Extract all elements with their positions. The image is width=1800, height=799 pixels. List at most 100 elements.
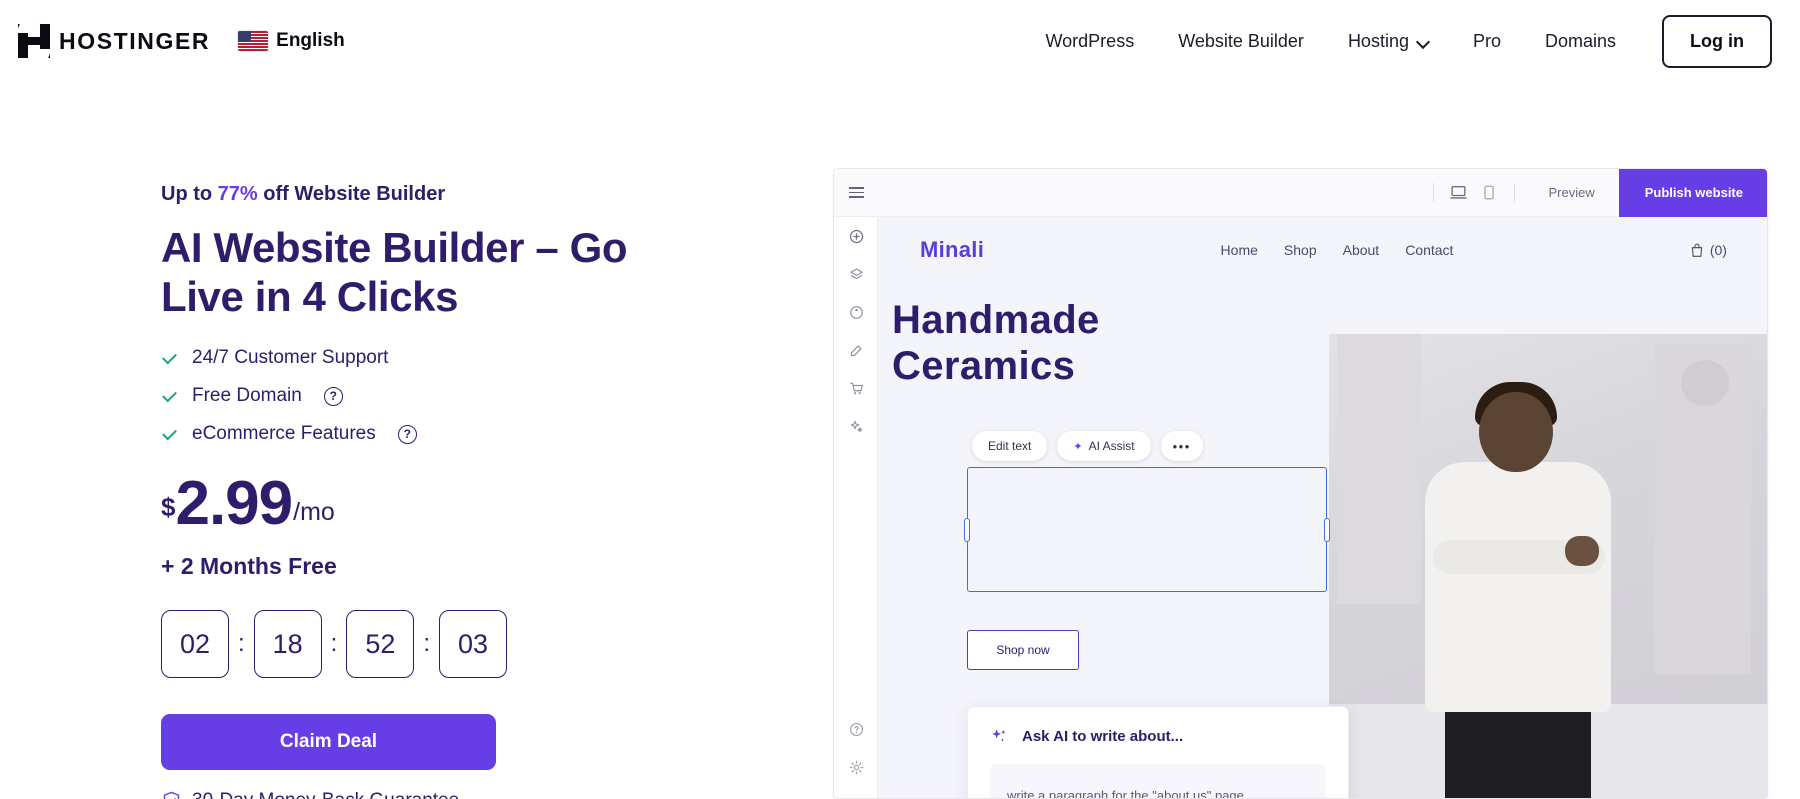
promo-eyebrow-post: off Website Builder: [257, 183, 446, 205]
store-cart-icon[interactable]: [834, 369, 878, 407]
log-in-button[interactable]: Log in: [1662, 14, 1772, 68]
shield-check-icon: [163, 792, 180, 799]
site-header: Minali Home Shop About Contact (0): [878, 217, 1767, 283]
price-block: $ 2.99 /mo: [161, 473, 721, 535]
price-currency: $: [161, 492, 176, 523]
nav-item-domains[interactable]: Domains: [1523, 31, 1638, 52]
menu-icon[interactable]: [834, 186, 878, 199]
cart-widget[interactable]: (0): [1690, 242, 1727, 258]
nav-label: Website Builder: [1178, 30, 1304, 51]
nav-item-pro[interactable]: Pro: [1451, 31, 1523, 52]
feature-item-free-domain: Free Domain ?: [161, 385, 721, 407]
promo-eyebrow: Up to 77% off Website Builder: [161, 183, 721, 206]
website-builder-mockup: Preview Publish website Minali Home Shop…: [833, 168, 1768, 799]
language-selector[interactable]: English: [238, 30, 345, 52]
countdown-hours: 18: [253, 610, 322, 679]
settings-gear-icon[interactable]: [834, 748, 878, 786]
ai-prompt-input[interactable]: write a paragraph for the "about us" pag…: [990, 764, 1326, 798]
bonus-months-label: + 2 Months Free: [161, 553, 337, 580]
us-flag-icon: [238, 31, 269, 51]
site-headline[interactable]: Handmade Ceramics: [892, 297, 1222, 390]
builder-canvas: Minali Home Shop About Contact (0) Edit …: [878, 217, 1767, 798]
edit-text-button[interactable]: Edit text: [972, 431, 1048, 461]
hostinger-brand[interactable]: HOSTINGER: [16, 24, 211, 58]
nav-item-hosting[interactable]: Hosting: [1326, 31, 1451, 52]
ai-assist-label: AI Assist: [1088, 439, 1135, 453]
preview-button[interactable]: Preview: [1525, 185, 1619, 200]
ai-assist-button[interactable]: ✦ AI Assist: [1057, 431, 1151, 461]
language-label: English: [276, 30, 345, 51]
feature-label: Free Domain: [192, 385, 302, 407]
shop-now-button[interactable]: Shop now: [967, 630, 1079, 670]
publish-website-button[interactable]: Publish website: [1618, 169, 1767, 217]
nav-links: WordPress Website Builder Hosting Pro Do…: [1024, 14, 1800, 68]
hostinger-logo-icon: [16, 24, 52, 58]
check-icon: [161, 350, 178, 367]
countdown-separator: :: [238, 630, 245, 658]
site-nav: Home Shop About Contact: [1221, 242, 1454, 258]
feature-item-support: 24/7 Customer Support: [161, 347, 721, 369]
site-nav-item-home[interactable]: Home: [1221, 242, 1258, 258]
countdown-minutes: 52: [346, 610, 415, 679]
mobile-view-icon[interactable]: [1474, 185, 1504, 200]
ai-writer-panel: Ask AI to write about... write a paragra…: [967, 706, 1349, 798]
theme-palette-icon[interactable]: [834, 293, 878, 331]
chevron-down-icon: [1418, 36, 1429, 47]
hostinger-wordmark: HOSTINGER: [59, 27, 211, 54]
cart-count: (0): [1709, 242, 1727, 258]
selected-element-outline[interactable]: [964, 467, 1330, 592]
toolbar-divider: [1432, 183, 1434, 202]
site-nav-item-contact[interactable]: Contact: [1405, 242, 1453, 258]
nav-label: Domains: [1544, 30, 1617, 51]
builder-rail-bottom: [834, 710, 878, 786]
site-hero-section: Edit text ✦ AI Assist ••• Handmade Ceram…: [878, 283, 1767, 798]
landing-page: HOSTINGER English WordPress Website Buil…: [0, 0, 1800, 799]
claim-deal-button[interactable]: Claim Deal: [161, 714, 496, 771]
check-icon: [161, 388, 178, 405]
add-element-icon[interactable]: [834, 217, 878, 255]
check-icon: [161, 426, 178, 443]
ai-sparkle-icon: [992, 729, 1006, 742]
feature-label: eCommerce Features: [192, 423, 376, 445]
nav-label: Pro: [1472, 30, 1501, 51]
resize-handle-right[interactable]: [1324, 517, 1330, 542]
price-amount: 2.99: [175, 469, 293, 539]
price-period: /mo: [293, 498, 335, 527]
guarantee-label: 30-Day Money-Back Guarantee: [192, 790, 459, 799]
help-icon[interactable]: ?: [323, 386, 343, 406]
site-nav-item-about[interactable]: About: [1343, 242, 1380, 258]
shopping-bag-icon: [1691, 243, 1702, 257]
toolbar-divider: [1513, 183, 1515, 202]
hero-content: Up to 77% off Website Builder AI Website…: [161, 183, 721, 799]
money-back-guarantee: 30-Day Money-Back Guarantee: [161, 790, 721, 799]
promo-eyebrow-pre: Up to: [161, 183, 218, 205]
ai-panel-title: Ask AI to write about...: [1022, 728, 1184, 745]
feature-item-ecommerce: eCommerce Features ?: [161, 423, 721, 445]
builder-toolbar: Preview Publish website: [834, 169, 1767, 217]
hero-photo: [1329, 334, 1767, 798]
page-title: AI Website Builder – Go Live in 4 Clicks: [161, 224, 628, 320]
more-options-button[interactable]: •••: [1160, 431, 1203, 461]
desktop-view-icon[interactable]: [1444, 185, 1474, 200]
builder-toolbar-right: Preview Publish website: [1423, 169, 1767, 217]
promo-percent: 77%: [217, 183, 258, 205]
countdown-seconds: 03: [439, 610, 508, 679]
countdown-separator: :: [423, 630, 431, 658]
resize-handle-left[interactable]: [964, 517, 970, 542]
ai-panel-title-row: Ask AI to write about...: [990, 727, 1326, 746]
nav-label: WordPress: [1045, 30, 1135, 51]
builder-left-rail: [834, 217, 878, 798]
element-edit-toolbar: Edit text ✦ AI Assist •••: [972, 431, 1203, 461]
layers-icon[interactable]: [834, 255, 878, 293]
help-icon[interactable]: ?: [397, 424, 417, 444]
site-logo[interactable]: Minali: [920, 237, 984, 263]
site-nav-item-shop[interactable]: Shop: [1284, 242, 1317, 258]
help-circle-icon[interactable]: [834, 710, 878, 748]
nav-item-website-builder[interactable]: Website Builder: [1156, 31, 1326, 52]
feature-label: 24/7 Customer Support: [192, 347, 389, 369]
countdown-days: 02: [161, 610, 229, 679]
edit-pencil-icon[interactable]: [834, 331, 878, 369]
nav-item-wordpress[interactable]: WordPress: [1024, 31, 1157, 52]
ai-sparkle-icon[interactable]: [834, 407, 878, 445]
countdown-separator: :: [330, 630, 338, 658]
